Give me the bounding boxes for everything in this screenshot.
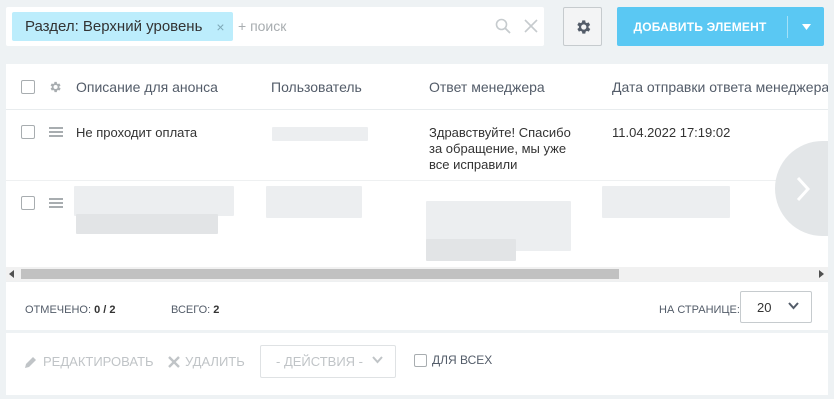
add-element-button[interactable]: ДОБАВИТЬ ЭЛЕМЕНТ bbox=[617, 7, 824, 46]
edit-button[interactable]: РЕДАКТИРОВАТЬ bbox=[24, 354, 154, 369]
action-panel: РЕДАКТИРОВАТЬ УДАЛИТЬ - ДЕЙСТВИЯ - ДЛЯ В… bbox=[6, 333, 828, 395]
search-icon[interactable] bbox=[495, 18, 511, 34]
scroll-right-arrow-icon[interactable] bbox=[819, 270, 824, 278]
search-input[interactable]: + поиск bbox=[238, 18, 286, 34]
chevron-down-icon bbox=[372, 356, 383, 364]
table-row[interactable] bbox=[6, 181, 828, 267]
selected-value: 0 / 2 bbox=[94, 304, 116, 316]
per-page-label: НА СТРАНИЦЕ: bbox=[659, 304, 740, 316]
scrollbar-thumb[interactable] bbox=[21, 269, 619, 279]
selected-label: ОТМЕЧЕНО: bbox=[25, 304, 91, 316]
row-checkbox[interactable] bbox=[21, 196, 35, 210]
total-label: ВСЕГО: bbox=[171, 304, 211, 316]
filter-chip[interactable]: Раздел: Верхний уровень × bbox=[12, 12, 233, 41]
actions-select-value: - ДЕЙСТВИЯ - bbox=[276, 354, 364, 369]
select-all-checkbox[interactable] bbox=[21, 80, 35, 94]
column-header-manager-reply[interactable]: Ответ менеджера bbox=[429, 79, 545, 95]
column-header-description[interactable]: Описание для анонса bbox=[76, 79, 218, 95]
grid-header: Описание для анонса Пользователь Ответ м… bbox=[6, 64, 828, 110]
delete-label: УДАЛИТЬ bbox=[185, 354, 245, 369]
add-dropdown-toggle[interactable] bbox=[788, 23, 824, 30]
row-menu-icon[interactable] bbox=[49, 127, 63, 137]
reply-line: за обращение, мы уже bbox=[429, 141, 567, 156]
redacted-date bbox=[602, 186, 730, 218]
add-element-label: ДОБАВИТЬ ЭЛЕМЕНТ bbox=[633, 19, 767, 34]
reply-line: все исправили bbox=[429, 157, 518, 172]
gear-icon bbox=[576, 19, 590, 34]
delete-x-icon bbox=[168, 355, 180, 368]
total-count: ВСЕГО: 2 bbox=[171, 304, 219, 316]
for-all-checkbox[interactable] bbox=[414, 353, 427, 367]
redacted-user bbox=[266, 186, 362, 218]
edit-label: РЕДАКТИРОВАТЬ bbox=[43, 354, 154, 369]
column-header-reply-date[interactable]: Дата отправки ответа менеджера bbox=[612, 79, 828, 95]
reply-line: Здравствуйте! Спасибо bbox=[429, 125, 571, 140]
actions-select[interactable]: - ДЕЙСТВИЯ - bbox=[260, 345, 396, 378]
chip-close-icon[interactable]: × bbox=[216, 19, 224, 35]
horizontal-scrollbar[interactable] bbox=[6, 267, 828, 281]
redacted-description bbox=[76, 214, 218, 234]
filter-search-box[interactable]: Раздел: Верхний уровень × + поиск bbox=[6, 7, 544, 46]
row-reply-date: 11.04.2022 17:19:02 bbox=[612, 125, 731, 140]
grid-footer: ОТМЕЧЕНО: 0 / 2 ВСЕГО: 2 НА СТРАНИЦЕ: 20 bbox=[6, 281, 828, 330]
delete-button[interactable]: УДАЛИТЬ bbox=[168, 354, 245, 369]
column-settings-icon[interactable] bbox=[48, 80, 62, 94]
per-page-select[interactable]: 20 bbox=[740, 291, 812, 323]
per-page-value: 20 bbox=[757, 299, 772, 315]
column-header-user[interactable]: Пользователь bbox=[271, 79, 362, 95]
selected-count: ОТМЕЧЕНО: 0 / 2 bbox=[25, 304, 115, 316]
chevron-right-icon bbox=[796, 176, 811, 201]
clear-icon[interactable] bbox=[523, 18, 539, 34]
redacted-reply bbox=[426, 239, 516, 261]
row-checkbox[interactable] bbox=[21, 125, 35, 139]
chevron-down-icon bbox=[788, 302, 799, 310]
row-description: Не проходит оплата bbox=[76, 125, 198, 140]
settings-button[interactable] bbox=[563, 7, 602, 46]
table-row[interactable]: Не проходит оплата Здравствуйте! Спасибо… bbox=[6, 110, 828, 181]
grid-panel: Описание для анонса Пользователь Ответ м… bbox=[6, 64, 828, 330]
pencil-icon bbox=[25, 356, 36, 368]
total-value: 2 bbox=[213, 304, 220, 316]
row-menu-icon[interactable] bbox=[49, 198, 63, 208]
filter-chip-label: Раздел: Верхний уровень bbox=[25, 18, 203, 35]
redacted-description bbox=[74, 186, 234, 216]
row-manager-reply: Здравствуйте! Спасибо за обращение, мы у… bbox=[429, 125, 571, 173]
caret-down-icon bbox=[801, 23, 811, 30]
for-all-toggle[interactable]: ДЛЯ ВСЕХ bbox=[414, 353, 492, 367]
redacted-user bbox=[272, 127, 368, 141]
scroll-left-arrow-icon[interactable] bbox=[9, 270, 14, 278]
for-all-label: ДЛЯ ВСЕХ bbox=[432, 353, 493, 367]
